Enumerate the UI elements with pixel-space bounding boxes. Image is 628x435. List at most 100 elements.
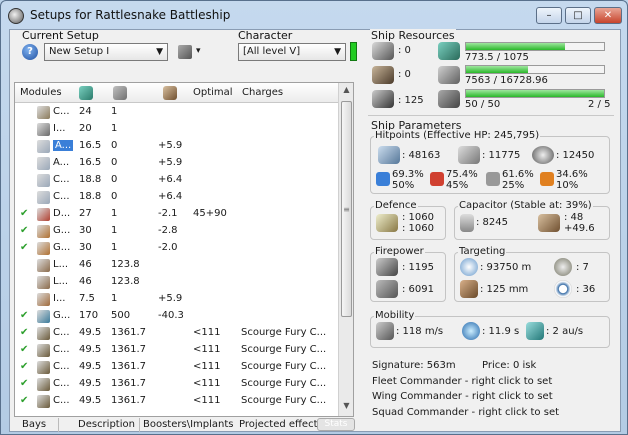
module-row[interactable]: C... 24 1 — [15, 104, 339, 120]
module-name: G... — [53, 242, 71, 253]
module-cpu: 49.5 — [79, 395, 102, 406]
tab-stats[interactable]: Stats — [317, 418, 355, 431]
cpu-column-icon[interactable] — [79, 86, 93, 100]
module-row[interactable]: I... 7.5 1 +5.9 — [15, 291, 339, 307]
tab-projected-effects[interactable]: Projected effects — [239, 419, 323, 430]
module-name: C... — [53, 106, 70, 117]
module-row[interactable]: A... 16.5 0 +5.9 — [15, 155, 339, 171]
module-icon — [37, 395, 50, 408]
squad-commander[interactable]: Squad Commander - right click to set — [372, 407, 559, 418]
module-row[interactable]: ✔ C... 49.5 1361.7 <111 Scourge Fury C... — [15, 359, 339, 375]
drone-bar-fill — [466, 90, 604, 97]
window-title: Setups for Rattlesnake Battleship — [30, 8, 231, 22]
module-row[interactable]: ✔ C... 49.5 1361.7 <111 Scourge Fury C... — [15, 376, 339, 392]
module-cpu: 18.8 — [79, 191, 102, 202]
capacitor-icon — [460, 214, 474, 232]
vertical-scrollbar[interactable]: ▲ ≡ ▼ — [338, 83, 353, 416]
defence-value-2: : 1060 — [402, 223, 434, 234]
drone-bay-icon — [438, 90, 460, 108]
module-icon — [37, 344, 50, 357]
module-charge: Scourge Fury C... — [241, 327, 327, 338]
scroll-down-arrow[interactable]: ▼ — [341, 401, 352, 415]
ship-resources-title: Ship Resources — [370, 29, 456, 42]
close-button[interactable]: ✕ — [594, 7, 622, 24]
scan-resolution: : 125 mm — [480, 284, 529, 295]
module-row[interactable]: C... 18.8 0 +6.4 — [15, 172, 339, 188]
targeting-range-icon — [460, 258, 478, 276]
module-cpu: 7.5 — [79, 293, 95, 304]
active-check-icon[interactable]: ✔ — [20, 361, 28, 372]
powergrid-column-icon[interactable] — [113, 86, 127, 100]
module-capacitor: +5.9 — [158, 157, 183, 168]
active-check-icon[interactable]: ✔ — [20, 242, 28, 253]
tab-boosters-implants[interactable]: Boosters\Implants — [143, 419, 239, 430]
maximize-button[interactable]: □ — [565, 7, 591, 24]
active-check-icon[interactable]: ✔ — [20, 327, 28, 338]
module-row[interactable]: ✔ G... 170 500 -40.3 — [15, 308, 339, 324]
module-icon — [37, 378, 50, 391]
thermal-resist-a: 75.4% — [446, 169, 478, 180]
shield-icon — [378, 146, 400, 164]
minimize-button[interactable]: – — [536, 7, 562, 24]
fleet-commander[interactable]: Fleet Commander - right click to set — [372, 376, 552, 387]
module-row[interactable]: A... 16.5 0 +5.9 — [15, 138, 339, 154]
active-check-icon[interactable]: ✔ — [20, 225, 28, 236]
module-row[interactable]: L... 46 123.8 — [15, 257, 339, 273]
module-row[interactable]: ✔ G... 30 1 -2.0 — [15, 240, 339, 256]
module-row[interactable]: ✔ C... 49.5 1361.7 <111 Scourge Fury C... — [15, 325, 339, 341]
hull-icon — [532, 146, 554, 164]
module-name: L... — [53, 259, 69, 270]
sensor-strength: : 36 — [576, 284, 596, 295]
align-time: : 11.9 s — [482, 326, 520, 337]
tools-menu-arrow[interactable]: ▾ — [196, 46, 201, 56]
defence-icon — [376, 214, 398, 232]
header-modules[interactable]: Modules — [20, 87, 62, 98]
character-select[interactable]: [All level V] ▼ — [238, 43, 346, 61]
module-cpu: 49.5 — [79, 361, 102, 372]
scroll-thumb[interactable]: ≡ — [341, 101, 352, 317]
powergrid-bar-fill — [466, 66, 529, 73]
active-check-icon[interactable]: ✔ — [20, 378, 28, 389]
header-charges[interactable]: Charges — [242, 87, 283, 98]
app-window: Setups for Rattlesnake Battleship – □ ✕ … — [0, 0, 628, 435]
max-targets-icon — [554, 258, 572, 276]
module-row[interactable]: ✔ D... 27 1 -2.1 45+90 — [15, 206, 339, 222]
tab-description[interactable]: Description — [78, 419, 135, 430]
module-capacitor: -2.8 — [158, 225, 178, 236]
module-charge: Scourge Fury C... — [241, 361, 327, 372]
module-row[interactable]: ✔ C... 49.5 1361.7 <111 Scourge Fury C... — [15, 393, 339, 409]
module-optimal: <111 — [193, 344, 221, 355]
speed-icon — [376, 322, 394, 340]
module-row[interactable]: ✔ C... 49.5 1361.7 <111 Scourge Fury C... — [15, 342, 339, 358]
active-check-icon[interactable]: ✔ — [20, 310, 28, 321]
module-powergrid: 1361.7 — [111, 378, 146, 389]
turret-hardpoints-value: 2 / 5 — [588, 99, 611, 110]
active-check-icon[interactable]: ✔ — [20, 395, 28, 406]
divider — [368, 115, 614, 116]
module-name: C... — [53, 174, 70, 185]
setup-select[interactable]: New Setup I ▼ — [44, 43, 168, 61]
module-row[interactable]: ✔ G... 30 1 -2.8 — [15, 223, 339, 239]
wing-commander[interactable]: Wing Commander - right click to set — [372, 391, 553, 402]
module-powergrid: 0 — [111, 140, 118, 151]
hitpoints-title: Hitpoints (Effective HP: 245,795) — [374, 130, 541, 141]
active-check-icon[interactable]: ✔ — [20, 208, 28, 219]
module-icon — [37, 225, 50, 238]
module-row[interactable]: L... 46 123.8 — [15, 274, 339, 290]
kinetic-resist-a: 61.6% — [502, 169, 534, 180]
module-powergrid: 1 — [111, 106, 118, 117]
module-row[interactable]: I... 20 1 — [15, 121, 339, 137]
tools-icon[interactable] — [178, 45, 192, 59]
capacitor-column-icon[interactable] — [163, 86, 177, 100]
module-icon — [37, 191, 50, 204]
tab-bays[interactable]: Bays — [22, 419, 46, 430]
header-optimal[interactable]: Optimal — [193, 87, 233, 98]
module-icon — [37, 123, 50, 136]
kinetic-resist-b: 25% — [502, 180, 525, 191]
scroll-up-arrow[interactable]: ▲ — [341, 85, 352, 99]
setup-select-value: New Setup I — [49, 46, 110, 57]
help-icon[interactable]: ? — [22, 44, 38, 60]
powergrid-icon — [438, 66, 460, 84]
active-check-icon[interactable]: ✔ — [20, 344, 28, 355]
module-row[interactable]: C... 18.8 0 +6.4 — [15, 189, 339, 205]
